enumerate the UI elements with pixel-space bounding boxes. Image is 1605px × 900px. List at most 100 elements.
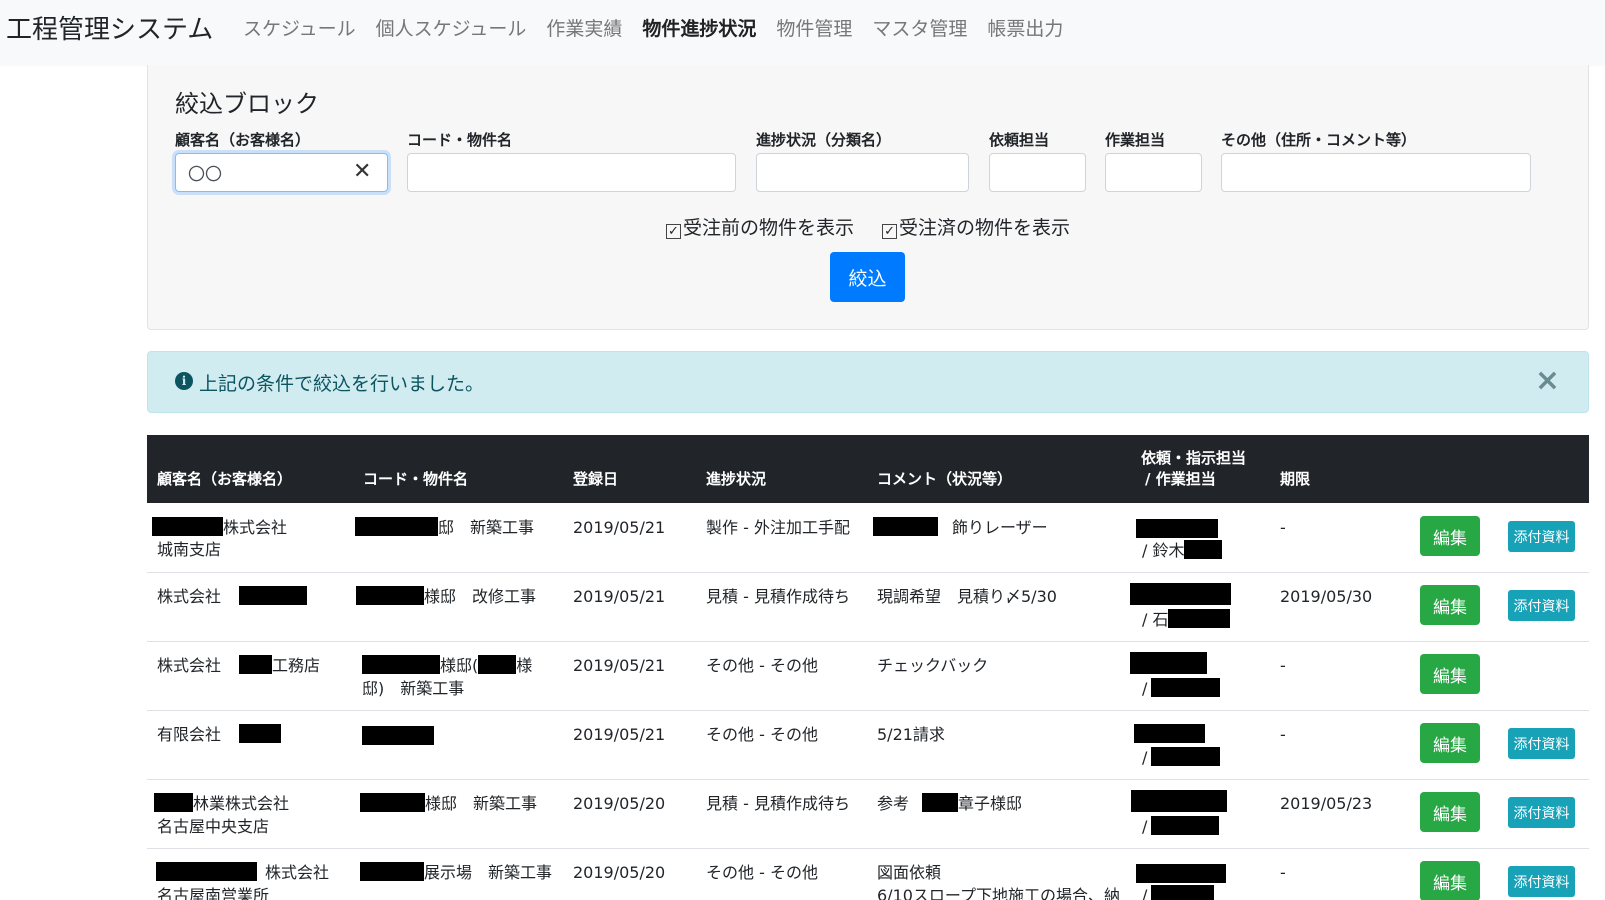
- worker-input[interactable]: [1105, 153, 1202, 192]
- worker-cell: / 鈴木: [1142, 539, 1223, 562]
- worker-name: /: [1142, 748, 1148, 767]
- edit-button[interactable]: 編集: [1420, 654, 1480, 694]
- redaction: [239, 655, 273, 674]
- nav-item-report-output[interactable]: 帳票出力: [987, 14, 1063, 41]
- table-row[interactable]: 林業株式会社 名古屋中央支店 様邸 新築工事 2019/05/20 見積 - 見…: [147, 780, 1589, 849]
- table-row[interactable]: 株式会社 城南支店 邸 新築工事 2019/05/21 製作 - 外注加工手配 …: [147, 504, 1589, 573]
- nav-item-property-progress[interactable]: 物件進捗状況: [642, 14, 756, 41]
- staff-cell: [1134, 723, 1205, 746]
- nav-item-master-management[interactable]: マスタ管理: [872, 14, 967, 41]
- redaction: [1131, 790, 1227, 812]
- filter-submit-button[interactable]: 絞込: [830, 252, 905, 302]
- header-deadline: 期限: [1280, 470, 1311, 488]
- worker-name: /: [1142, 817, 1148, 836]
- redaction: [1130, 652, 1207, 674]
- table-row[interactable]: 株式会社 様邸 改修工事 2019/05/21 見積 - 見積作成待ち 現調希望…: [147, 573, 1589, 642]
- nav-menu: スケジュール 個人スケジュール 作業実績 物件進捗状況 物件管理 マスタ管理 帳…: [243, 14, 1083, 41]
- checkbox-checked-icon[interactable]: ✓: [882, 224, 898, 239]
- nav-item-personal-schedule[interactable]: 個人スケジュール: [376, 14, 527, 41]
- check-after-order[interactable]: ✓ 受注済の物件を表示: [882, 213, 1070, 240]
- edit-button[interactable]: 編集: [1420, 792, 1480, 832]
- edit-button[interactable]: 編集: [1420, 723, 1480, 763]
- other-input[interactable]: [1221, 153, 1531, 192]
- checkbox-checked-icon[interactable]: ✓: [665, 224, 681, 239]
- redaction: [239, 586, 308, 605]
- edit-button[interactable]: 編集: [1420, 585, 1480, 625]
- worker-cell: /: [1142, 815, 1220, 838]
- attachment-button[interactable]: 添付資料: [1508, 590, 1575, 621]
- redaction: [1130, 583, 1231, 605]
- comment-cell: 5/21請求: [877, 725, 945, 744]
- close-icon[interactable]: ×: [1535, 366, 1560, 396]
- header-progress: 進捗状況: [706, 470, 767, 488]
- attachment-button[interactable]: 添付資料: [1508, 797, 1575, 828]
- nav-item-property-management[interactable]: 物件管理: [776, 14, 852, 41]
- edit-button[interactable]: 編集: [1420, 516, 1480, 556]
- code-cell: [362, 725, 434, 748]
- redaction: [239, 724, 282, 743]
- clear-icon[interactable]: ✕: [353, 161, 371, 183]
- worker-name: / 鈴木: [1142, 541, 1185, 560]
- redaction: [1136, 519, 1218, 538]
- edit-button[interactable]: 編集: [1420, 861, 1480, 900]
- redaction: [360, 862, 424, 881]
- comment-text-suffix: 章子様邸: [958, 794, 1023, 813]
- deadline-cell: 2019/05/30: [1280, 587, 1373, 606]
- comment-cell: 現調希望 見積り〆5/30: [877, 587, 1057, 606]
- staff-cell: [1130, 652, 1207, 677]
- table-row[interactable]: 株式会社 工務店 様邸(様 邸) 新築工事 2019/05/21 その他 - その…: [147, 642, 1589, 711]
- staff-cell: [1130, 583, 1231, 608]
- redaction: [154, 793, 193, 812]
- nav-item-work-results[interactable]: 作業実績: [546, 14, 622, 41]
- filter-title: 絞込ブロック: [175, 90, 319, 118]
- attachment-button[interactable]: 添付資料: [1508, 866, 1575, 897]
- comment-cell: チェックバック: [877, 656, 989, 675]
- attachment-button[interactable]: 添付資料: [1508, 728, 1575, 759]
- property-name: 展示場 新築工事: [424, 863, 553, 882]
- progress-cell: 見積 - 見積作成待ち: [706, 587, 850, 606]
- date-cell: 2019/05/21: [573, 656, 666, 675]
- other-label: その他（住所・コメント等）: [1221, 131, 1417, 149]
- redaction: [1168, 609, 1231, 628]
- customer-cell: 林業株式会社: [154, 792, 289, 815]
- worker-cell: /: [1142, 746, 1221, 769]
- property-name: 様邸 新築工事: [425, 794, 538, 813]
- code-input[interactable]: [407, 153, 736, 192]
- property-name-suffix: 様: [516, 656, 533, 675]
- deadline-cell: -: [1280, 725, 1286, 744]
- redaction: [1136, 864, 1226, 883]
- deadline-cell: 2019/05/23: [1280, 794, 1373, 813]
- checkbox-row: ✓ 受注前の物件を表示 ✓ 受注済の物件を表示: [148, 213, 1588, 240]
- redaction: [156, 862, 257, 881]
- customer-branch: 名古屋中央支店: [157, 817, 270, 836]
- date-cell: 2019/05/20: [573, 794, 666, 813]
- worker-name: /: [1142, 886, 1148, 900]
- customer-cell: 株式会社: [156, 861, 329, 884]
- brand-title[interactable]: 工程管理システム: [6, 9, 213, 46]
- attachment-button[interactable]: 添付資料: [1508, 521, 1575, 552]
- redaction: [1134, 724, 1205, 743]
- requester-input[interactable]: [989, 153, 1086, 192]
- progress-label: 進捗状況（分類名）: [756, 131, 892, 149]
- header-worker: / 作業担当: [1145, 470, 1216, 488]
- worker-label: 作業担当: [1105, 131, 1166, 149]
- date-cell: 2019/05/21: [573, 587, 666, 606]
- customer-name: 有限会社: [157, 725, 222, 744]
- redaction: [356, 586, 424, 605]
- check-after-label: 受注済の物件を表示: [899, 217, 1071, 239]
- progress-cell: 製作 - 外注加工手配: [706, 518, 850, 537]
- progress-cell: 見積 - 見積作成待ち: [706, 794, 850, 813]
- customer-branch: 名古屋南営業所: [157, 886, 270, 900]
- redaction: [362, 726, 434, 745]
- table-row[interactable]: 有限会社 2019/05/21 その他 - その他 5/21請求 / - 編集 …: [147, 711, 1589, 780]
- worker-cell: /: [1142, 884, 1215, 900]
- header-customer: 顧客名（お客様名）: [157, 470, 293, 488]
- table-row[interactable]: 株式会社 名古屋南営業所 展示場 新築工事 2019/05/20 その他 - そ…: [147, 849, 1589, 900]
- customer-cell: 有限会社: [157, 723, 282, 746]
- comment-text: 飾りレーザー: [952, 518, 1048, 537]
- nav-item-schedule[interactable]: スケジュール: [243, 14, 356, 41]
- code-cell: 邸 新築工事: [355, 516, 534, 539]
- redaction: [1151, 816, 1220, 835]
- check-before-order[interactable]: ✓ 受注前の物件を表示: [665, 213, 854, 240]
- progress-input[interactable]: [756, 153, 969, 192]
